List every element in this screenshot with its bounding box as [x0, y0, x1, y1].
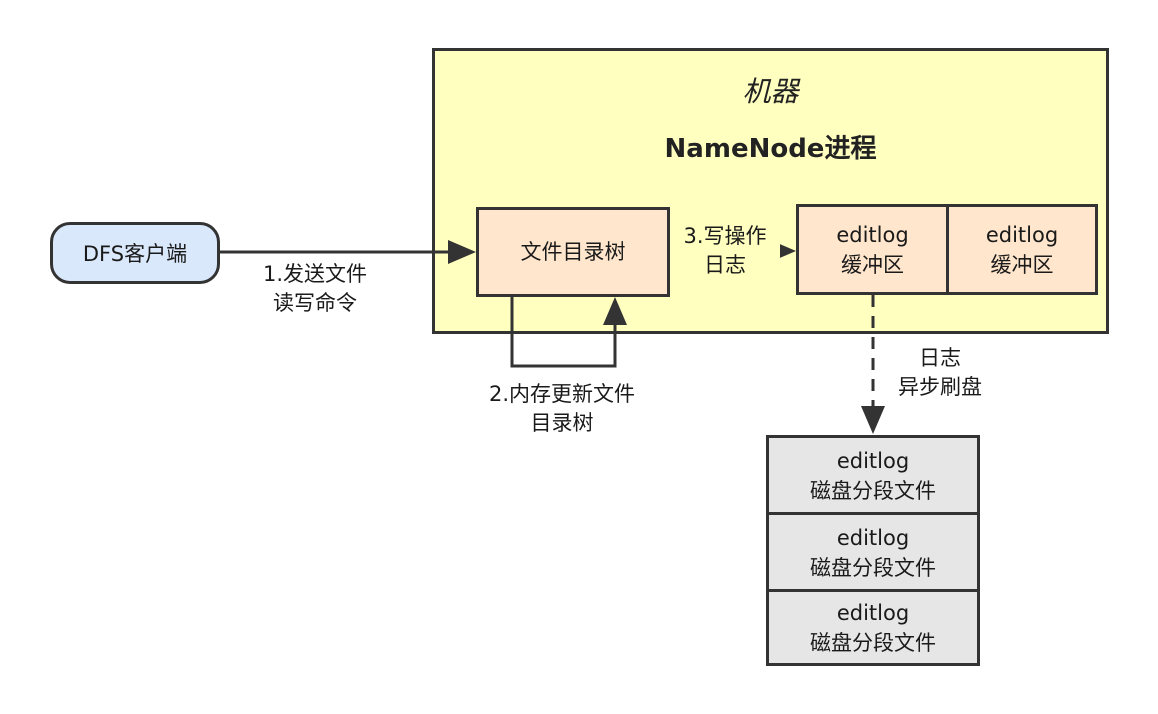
write-log-label-line1: 3.写操作: [683, 224, 767, 248]
update-tree-label: 2.内存更新文件 目录树: [462, 380, 662, 438]
write-log-label: 3.写操作 日志: [670, 222, 780, 280]
send-command-label: 1.发送文件 读写命令: [230, 260, 400, 318]
editlog-segment-subtitle: 磁盘分段文件: [810, 630, 936, 655]
send-command-arrowhead: [448, 240, 476, 264]
flush-label: 日志 异步刷盘: [880, 344, 1000, 402]
editlog-buffer-title: editlog: [836, 222, 909, 247]
editlog-buffer-title: editlog: [985, 222, 1059, 247]
flush-label-line1: 日志: [919, 346, 961, 370]
send-command-label-line2: 读写命令: [273, 291, 357, 315]
editlog-segment-title: editlog: [836, 449, 910, 473]
editlog-segment-subtitle: 磁盘分段文件: [810, 556, 936, 580]
send-command-label-line1: 1.发送文件: [262, 262, 368, 286]
editlog-disk-segment-node: editlog 磁盘分段文件: [766, 435, 980, 517]
dfs-client-label: DFS客户端: [82, 242, 188, 266]
editlog-disk-segment-node: editlog 磁盘分段文件: [766, 512, 980, 594]
file-directory-tree-node: 文件目录树: [476, 207, 670, 297]
editlog-segment-title: editlog: [836, 600, 910, 625]
editlog-buffer-node: editlog 缓冲区: [796, 204, 949, 295]
editlog-buffer-subtitle: 缓冲区: [841, 252, 904, 277]
editlog-segment-title: editlog: [836, 526, 910, 550]
update-tree-label-line2: 目录树: [530, 411, 594, 435]
update-tree-arrowhead: [603, 297, 627, 325]
update-tree-loop-edge: [510, 297, 617, 368]
editlog-buffer-subtitle: 缓冲区: [990, 252, 1054, 277]
write-log-label-line2: 日志: [704, 253, 746, 277]
editlog-disk-segment-node: editlog 磁盘分段文件: [766, 589, 980, 666]
file-directory-tree-label: 文件目录树: [520, 240, 626, 264]
flush-label-line2: 异步刷盘: [898, 375, 982, 399]
editlog-buffer-node: editlog 缓冲区: [946, 204, 1098, 295]
dfs-client-node: DFS客户端: [50, 222, 220, 284]
editlog-segment-subtitle: 磁盘分段文件: [810, 479, 936, 503]
flush-arrowhead: [861, 406, 885, 434]
update-tree-label-line1: 2.内存更新文件: [488, 382, 636, 406]
